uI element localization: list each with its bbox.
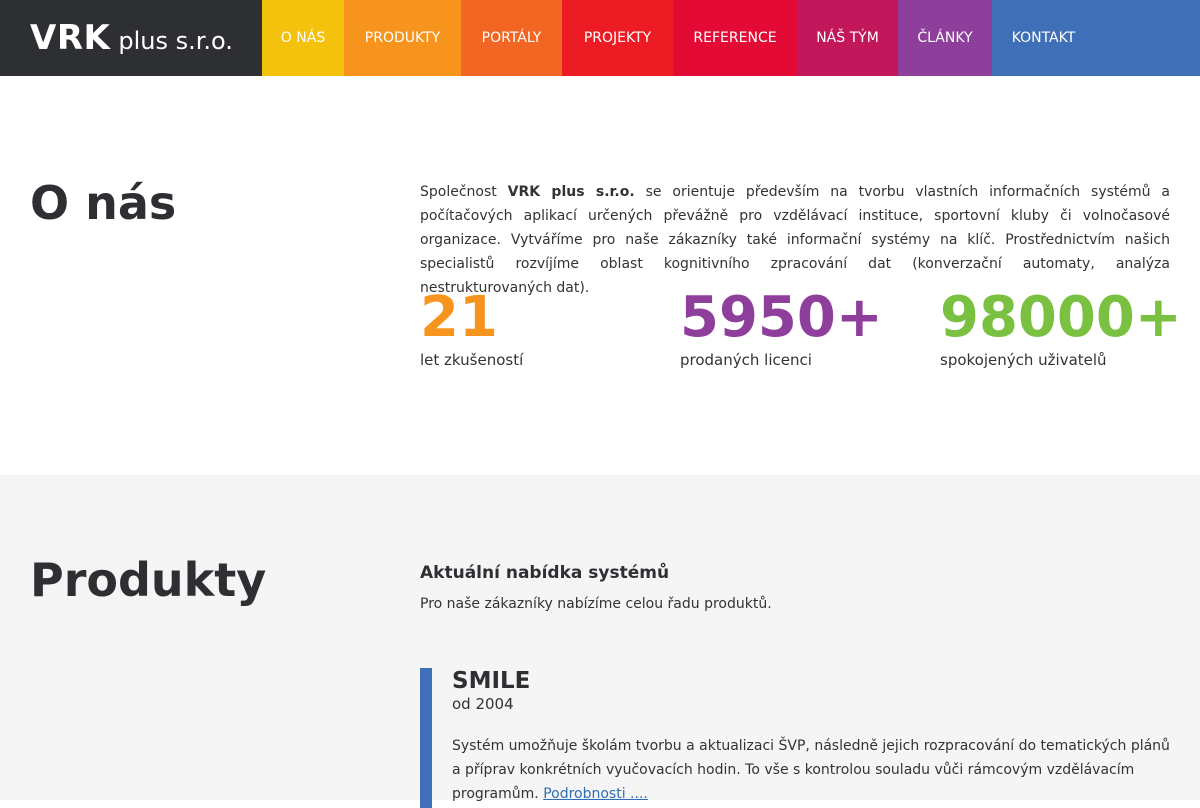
nav-item-o-nas[interactable]: O NÁS xyxy=(262,0,344,76)
stat-years: 21 let zkušeností xyxy=(420,286,670,370)
about-description: Společnost VRK plus s.r.o. se orientuje … xyxy=(420,180,1170,300)
product-description: Systém umožňuje školám tvorbu a aktualiz… xyxy=(452,734,1170,806)
nav-item-portaly[interactable]: PORTÁLY xyxy=(461,0,562,76)
nav-item-projekty[interactable]: PROJEKTY xyxy=(562,0,673,76)
about-text-body: se orientuje především na tvorbu vlastní… xyxy=(420,184,1170,296)
nav-item-produkty[interactable]: PRODUKTY xyxy=(344,0,461,76)
product-name: SMILE xyxy=(452,668,531,694)
products-title: Produkty xyxy=(30,553,267,607)
brand-logo[interactable]: VRK plus s.r.o. xyxy=(0,0,262,76)
nav-item-clanky[interactable]: ČLÁNKY xyxy=(898,0,992,76)
nav-item-reference[interactable]: REFERENCE xyxy=(673,0,797,76)
stat-users-label: spokojených uživatelů xyxy=(940,351,1107,369)
brand-name-light: plus s.r.o. xyxy=(118,27,233,55)
stat-users: 98000+ spokojených uživatelů xyxy=(940,286,1190,370)
about-section: O nás Společnost VRK plus s.r.o. se orie… xyxy=(0,76,1200,475)
about-title: O nás xyxy=(30,176,177,230)
products-section: Produkty Aktuální nabídka systémů Pro na… xyxy=(0,475,1200,808)
product-since: od 2004 xyxy=(452,695,514,713)
offer-subtitle: Pro naše zákazníky nabízíme celou řadu p… xyxy=(420,596,772,612)
nav-filler xyxy=(1095,0,1200,76)
about-company-name: VRK plus s.r.o. xyxy=(507,184,635,200)
main-menu: O NÁS PRODUKTY PORTÁLY PROJEKTY REFERENC… xyxy=(262,0,1200,76)
brand-name-bold: VRK xyxy=(30,18,111,58)
nav-item-kontakt[interactable]: KONTAKT xyxy=(992,0,1095,76)
stat-licenses-value: 5950+ xyxy=(680,285,883,350)
about-text-prefix: Společnost xyxy=(420,184,497,200)
product-accent-bar xyxy=(420,668,432,808)
stat-licenses: 5950+ prodaných licenci xyxy=(680,286,930,370)
stat-licenses-label: prodaných licenci xyxy=(680,351,812,369)
nav-item-nas-tym[interactable]: NÁŠ TÝM xyxy=(797,0,898,76)
stat-years-value: 21 xyxy=(420,285,498,350)
offer-heading: Aktuální nabídka systémů xyxy=(420,563,670,583)
stat-years-label: let zkušeností xyxy=(420,351,524,369)
stat-users-value: 98000+ xyxy=(940,285,1182,350)
top-navigation-bar: VRK plus s.r.o. O NÁS PRODUKTY PORTÁLY P… xyxy=(0,0,1200,76)
product-card-smile: SMILE od 2004 Systém umožňuje školám tvo… xyxy=(420,668,1170,808)
